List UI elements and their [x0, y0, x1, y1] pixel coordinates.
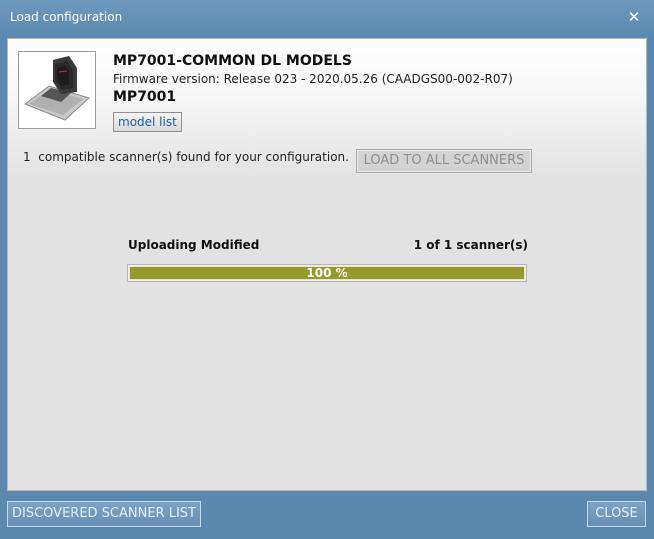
- close-icon[interactable]: ✕: [626, 8, 642, 26]
- upload-scanner-count: 1 of 1 scanner(s): [413, 238, 528, 252]
- title-bar: Load configuration ✕: [0, 0, 654, 36]
- upload-status-label: Uploading Modified: [128, 238, 260, 252]
- discovered-scanner-list-button[interactable]: DISCOVERED SCANNER LIST: [7, 501, 201, 527]
- close-button[interactable]: CLOSE: [587, 501, 646, 527]
- dialog-content: MP7001-COMMON DL MODELS Firmware version…: [7, 38, 647, 491]
- dialog-title: Load configuration: [10, 10, 123, 24]
- compatible-found-label: compatible scanner(s) found for your con…: [38, 150, 349, 164]
- product-name: MP7001-COMMON DL MODELS: [113, 53, 352, 69]
- load-configuration-dialog: Load configuration ✕ MP7001-COMMON DL MO…: [0, 0, 654, 539]
- load-to-all-scanners-button[interactable]: LOAD TO ALL SCANNERS: [356, 149, 532, 173]
- upload-progress-bar: 100 %: [127, 264, 527, 282]
- model-id: MP7001: [113, 89, 177, 105]
- model-list-button[interactable]: model list: [113, 112, 182, 132]
- upload-progress-text: 100 %: [306, 266, 348, 280]
- scanner-image: [18, 51, 96, 129]
- compatible-count: 1: [23, 150, 31, 164]
- firmware-version: Firmware version: Release 023 - 2020.05.…: [113, 72, 513, 86]
- compatible-scanners-text: 1 compatible scanner(s) found for your c…: [23, 150, 349, 164]
